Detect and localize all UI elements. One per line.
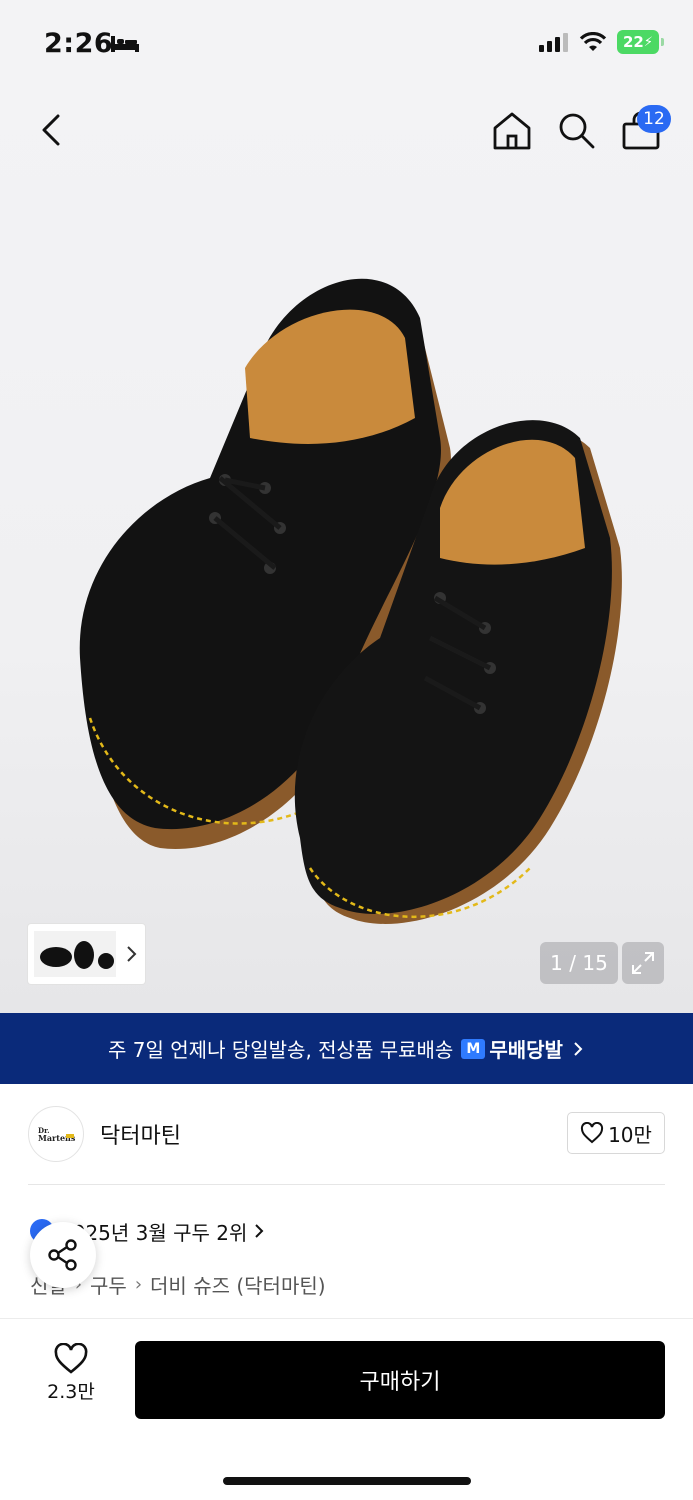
shipping-logo-text: 무배당발	[489, 1038, 563, 1062]
brand-name[interactable]: 닥터마틴	[100, 1118, 181, 1150]
buy-button[interactable]: 구매하기	[135, 1341, 665, 1419]
expand-button[interactable]	[622, 942, 664, 984]
dr-martens-logo: Dr. Martens	[38, 1126, 76, 1143]
chevron-right-icon[interactable]	[120, 943, 142, 965]
divider	[28, 1184, 665, 1185]
shipping-text: 주 7일 언제나 당일발송, 전상품 무료배송	[108, 1038, 454, 1062]
home-indicator[interactable]	[223, 1477, 471, 1485]
share-button[interactable]	[30, 1222, 96, 1288]
search-icon[interactable]	[556, 110, 596, 150]
sleep-focus-icon	[111, 36, 139, 52]
status-bar: 2:26 22 ⚡	[0, 0, 693, 88]
charging-icon: ⚡	[643, 34, 653, 50]
brand-row[interactable]: Dr. Martens 닥터마틴 10만	[28, 1106, 665, 1162]
status-indicators: 22 ⚡	[539, 30, 664, 54]
wifi-icon	[579, 32, 607, 51]
brand-like-button[interactable]: 10만	[567, 1112, 665, 1154]
brand-like-count: 10만	[608, 1122, 652, 1147]
wishlist-button[interactable]: 2.3만	[38, 1343, 104, 1413]
battery-indicator: 22 ⚡	[617, 30, 664, 54]
heart-icon	[54, 1343, 88, 1374]
product-gallery[interactable]: 12 1 / 15	[0, 88, 693, 1013]
battery-level: 22	[622, 33, 644, 51]
product-image[interactable]	[60, 248, 640, 948]
shipping-logo: M 무배당발	[461, 1034, 563, 1063]
heart-icon	[581, 1122, 604, 1144]
image-counter: 1 / 15	[540, 942, 618, 984]
chevron-right-icon: ›	[134, 1274, 143, 1295]
thumbnail-strip[interactable]	[28, 924, 145, 984]
expand-icon	[632, 952, 654, 974]
brand-logo[interactable]: Dr. Martens	[28, 1106, 84, 1162]
share-icon	[48, 1239, 77, 1271]
thumbnail-image[interactable]	[34, 931, 116, 977]
chevron-right-icon	[255, 1224, 264, 1238]
status-time: 2:26	[44, 28, 114, 59]
bottom-action-bar: 2.3만 구매하기	[0, 1318, 693, 1500]
shipping-banner[interactable]: 주 7일 언제나 당일발송, 전상품 무료배송 M 무배당발	[0, 1013, 693, 1084]
breadcrumb-item[interactable]: 더비 슈즈 (닥터마틴)	[150, 1270, 326, 1299]
back-icon[interactable]	[34, 110, 68, 150]
wishlist-count: 2.3만	[47, 1381, 95, 1403]
breadcrumb-item[interactable]: 구두	[90, 1270, 127, 1299]
chevron-right-icon	[574, 1041, 583, 1056]
signal-icon	[539, 33, 568, 52]
shipping-logo-mark: M	[461, 1038, 486, 1059]
home-icon[interactable]	[491, 110, 533, 152]
cart-count-badge: 12	[637, 105, 671, 133]
